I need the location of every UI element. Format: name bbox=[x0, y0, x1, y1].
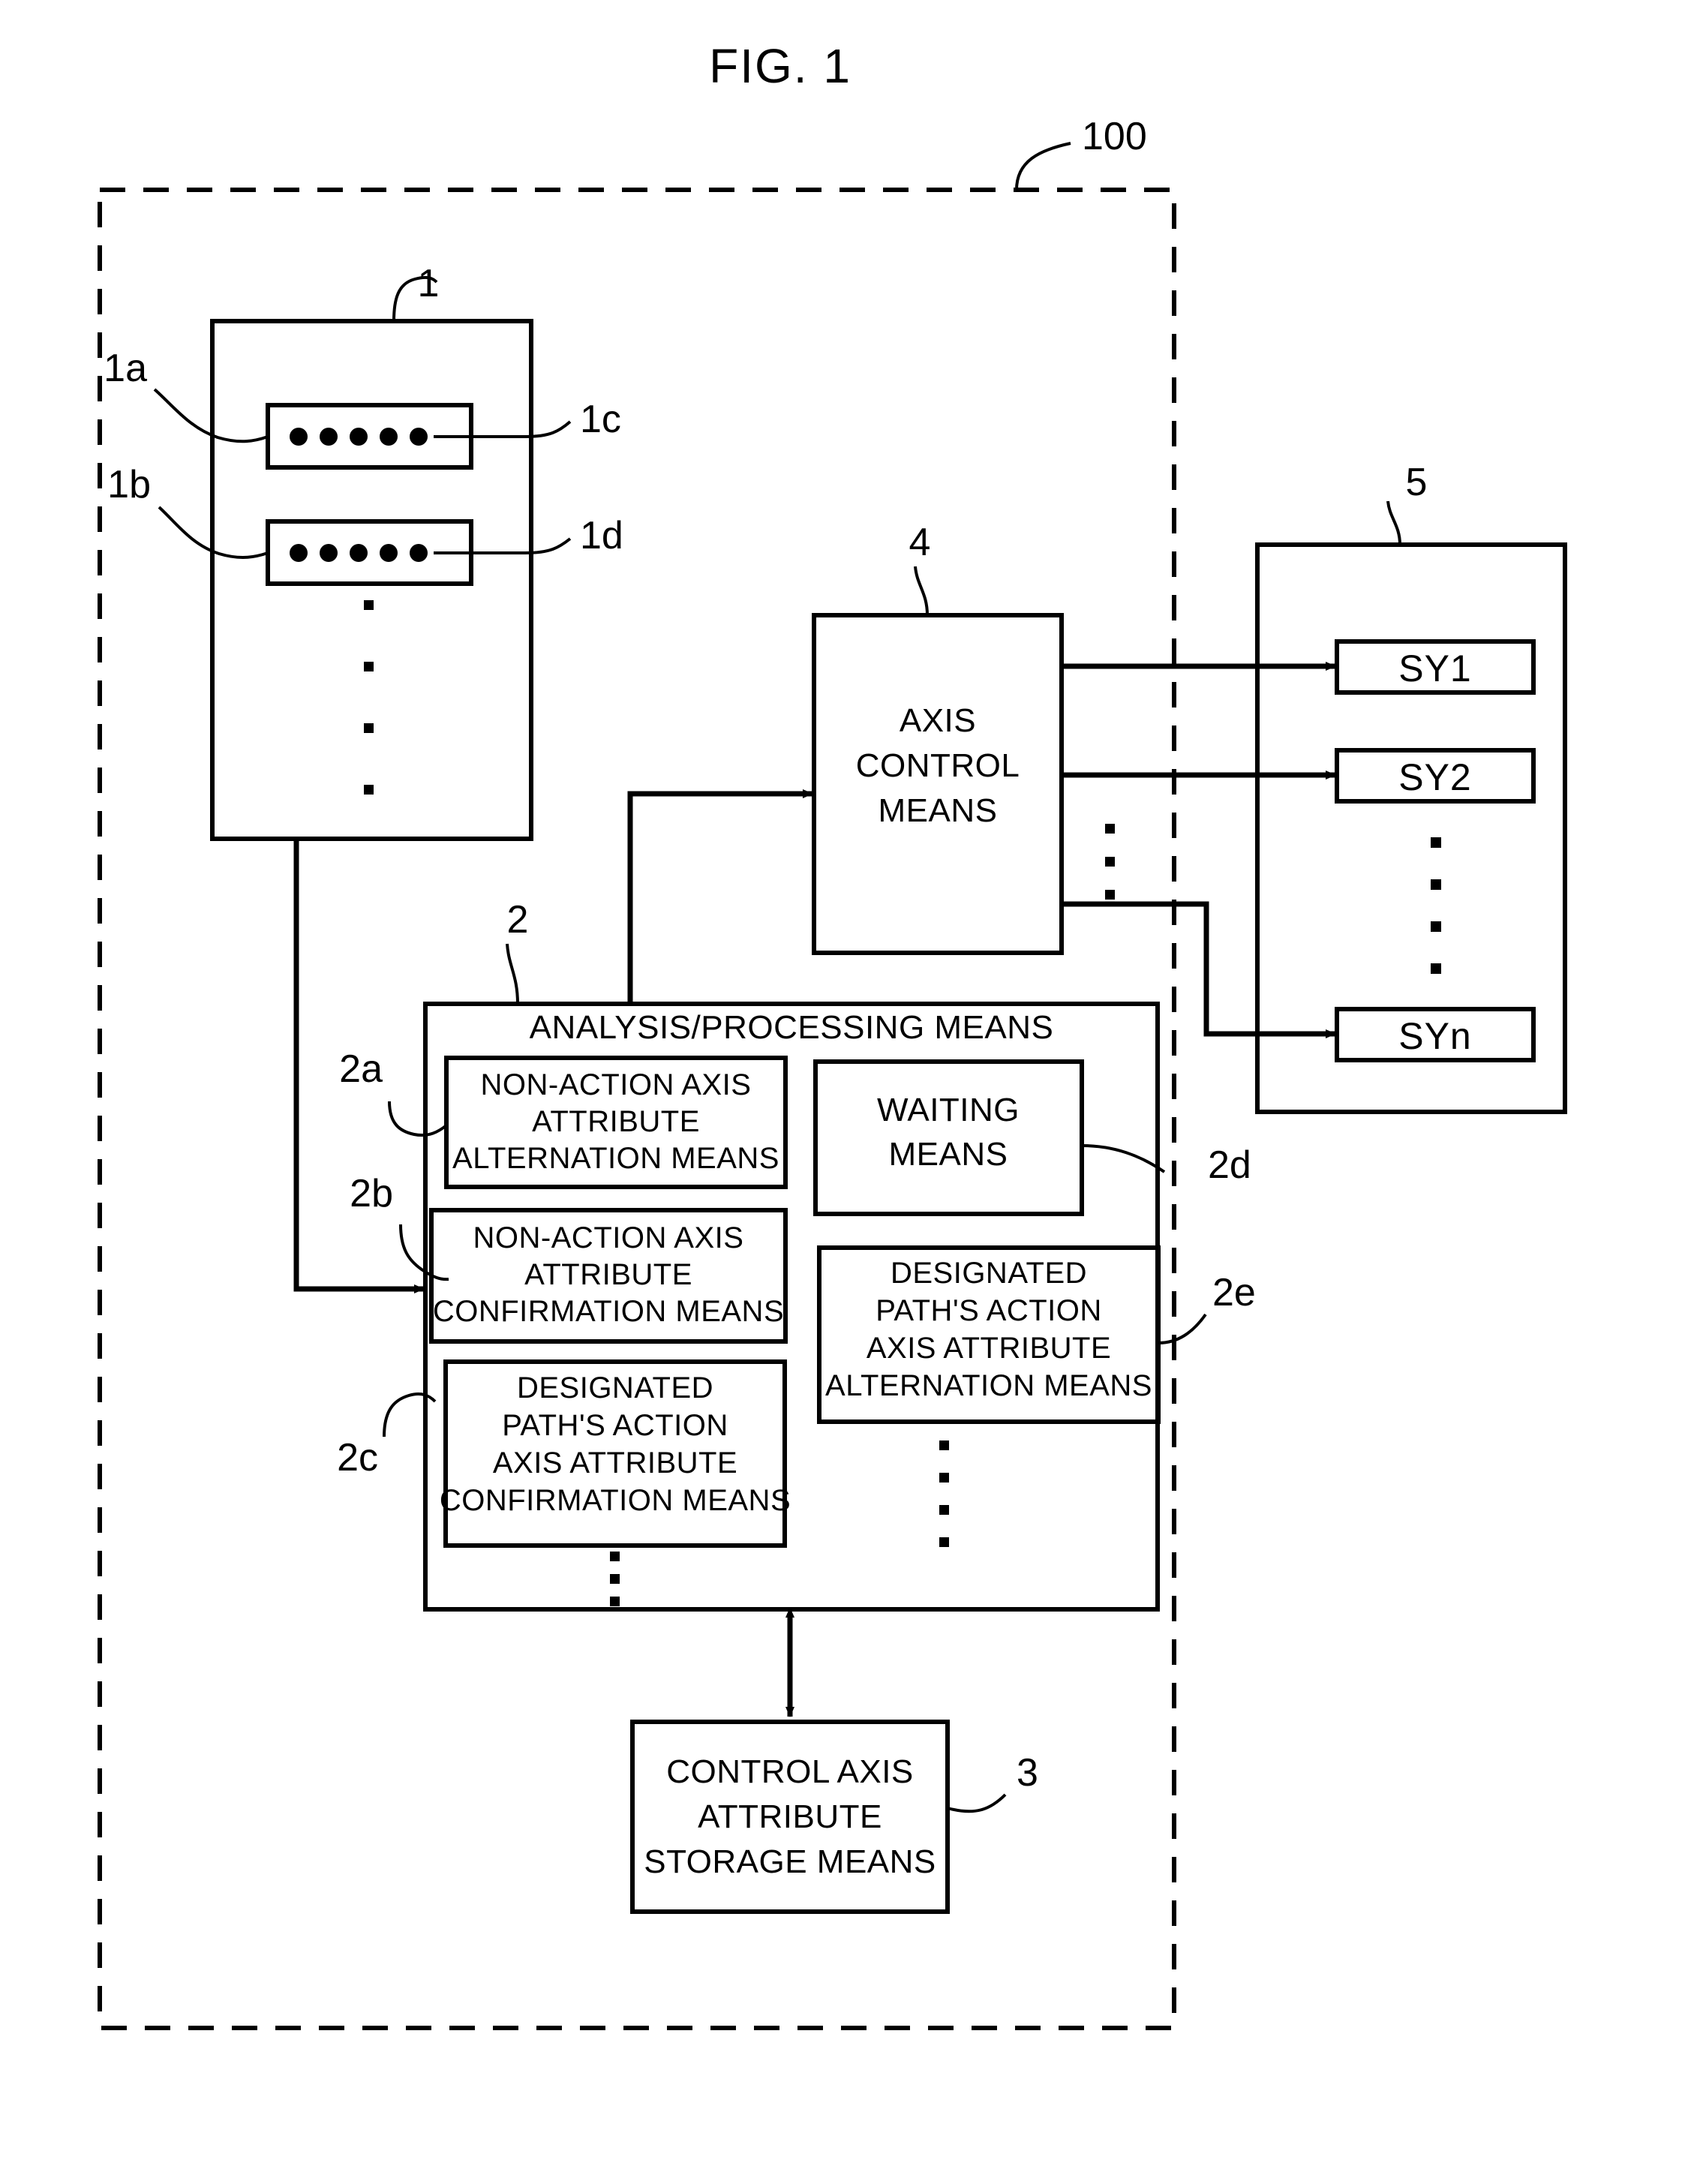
ref-number-2b: 2b bbox=[350, 1172, 393, 1215]
row-dot bbox=[350, 428, 368, 446]
vertical-ellipsis-dot bbox=[1431, 879, 1441, 890]
patent-figure-svg: FIG. 1 100 1 1a 1c 1b 1d 4 AXIS CONTROL … bbox=[98, 39, 1567, 2030]
storage-means-line-3: STORAGE MEANS bbox=[644, 1843, 936, 1880]
sub-block-2c-line-1: DESIGNATED bbox=[517, 1371, 713, 1404]
ref-number-1d: 1d bbox=[580, 514, 623, 557]
vertical-ellipsis-dot bbox=[939, 1505, 949, 1515]
ref-number-2a: 2a bbox=[339, 1047, 383, 1091]
leader-2e bbox=[1158, 1313, 1207, 1344]
row-dot bbox=[290, 428, 308, 446]
vertical-ellipsis-dot bbox=[1105, 857, 1115, 867]
leader-5 bbox=[1386, 500, 1401, 545]
ref-number-1b: 1b bbox=[107, 463, 151, 506]
row-dot bbox=[410, 544, 428, 562]
vertical-ellipsis-dot bbox=[610, 1574, 620, 1584]
vertical-ellipsis-dot bbox=[1431, 837, 1441, 848]
ref-number-100: 100 bbox=[1082, 115, 1147, 158]
ref-number-2e: 2e bbox=[1212, 1271, 1256, 1314]
leader-2a bbox=[388, 1101, 448, 1137]
sub-block-2d-line-1: WAITING bbox=[877, 1092, 1020, 1128]
ref-number-1a: 1a bbox=[104, 347, 147, 390]
sub-block-2d-line-2: MEANS bbox=[889, 1136, 1008, 1173]
ref-number-4: 4 bbox=[909, 521, 931, 564]
vertical-ellipsis-dot bbox=[364, 600, 374, 610]
ref-number-2c: 2c bbox=[337, 1436, 378, 1480]
sub-block-2e-line-3: AXIS ATTRIBUTE bbox=[867, 1332, 1111, 1365]
servo-label-sy2: SY2 bbox=[1398, 756, 1472, 798]
sub-block-2b-line-1: NON-ACTION AXIS bbox=[473, 1221, 744, 1254]
vertical-ellipsis-dot bbox=[939, 1537, 949, 1547]
sub-block-2c-line-2: PATH'S ACTION bbox=[502, 1409, 728, 1442]
leader-2d bbox=[1081, 1144, 1166, 1173]
row-dot bbox=[290, 544, 308, 562]
row-dot bbox=[320, 428, 338, 446]
vertical-ellipsis-dot bbox=[364, 662, 374, 671]
axis-control-means-block-4 bbox=[812, 613, 1064, 955]
vertical-ellipsis-dot bbox=[364, 723, 374, 733]
leader-1d bbox=[434, 537, 572, 554]
row-dot bbox=[380, 428, 398, 446]
sub-block-2e-line-2: PATH'S ACTION bbox=[876, 1294, 1102, 1327]
row-dot bbox=[350, 544, 368, 562]
servo-label-syn: SYn bbox=[1398, 1015, 1472, 1057]
sub-block-2a-line-1: NON-ACTION AXIS bbox=[481, 1068, 752, 1101]
sub-block-2c-line-4: CONFIRMATION MEANS bbox=[440, 1484, 791, 1517]
vertical-ellipsis-dot bbox=[1431, 921, 1441, 932]
sub-block-2c-line-3: AXIS ATTRIBUTE bbox=[493, 1446, 737, 1480]
figure-title: FIG. 1 bbox=[709, 39, 852, 93]
storage-means-line-2: ATTRIBUTE bbox=[698, 1798, 882, 1835]
sub-block-2e-line-4: ALTERNATION MEANS bbox=[825, 1369, 1152, 1402]
ref-number-1c: 1c bbox=[580, 398, 621, 441]
vertical-ellipsis-dot bbox=[610, 1597, 620, 1606]
ref-number-2: 2 bbox=[507, 898, 529, 942]
connection-analysis-to-axis-control bbox=[627, 789, 813, 1004]
vertical-ellipsis-dot bbox=[1105, 890, 1115, 900]
ref-number-1: 1 bbox=[418, 262, 440, 305]
sub-block-2b-line-2: ATTRIBUTE bbox=[524, 1258, 692, 1291]
row-dot bbox=[380, 544, 398, 562]
row-dot bbox=[320, 544, 338, 562]
servo-label-sy1: SY1 bbox=[1398, 647, 1472, 689]
sub-block-2b-line-3: CONFIRMATION MEANS bbox=[433, 1295, 784, 1328]
row-dot bbox=[410, 428, 428, 446]
leader-4 bbox=[914, 566, 929, 616]
leader-100 bbox=[1015, 142, 1071, 191]
sub-block-2a-line-3: ALTERNATION MEANS bbox=[452, 1142, 779, 1175]
vertical-ellipsis-dot bbox=[939, 1440, 949, 1450]
ref-number-3: 3 bbox=[1017, 1751, 1038, 1795]
axis-control-means-line-3: MEANS bbox=[879, 792, 998, 829]
vertical-ellipsis-dot bbox=[1105, 824, 1115, 834]
axis-control-means-line-1: AXIS bbox=[900, 702, 976, 739]
sub-block-2e-line-1: DESIGNATED bbox=[891, 1257, 1087, 1290]
ref-number-2d: 2d bbox=[1208, 1143, 1251, 1187]
program-block-1 bbox=[210, 319, 533, 841]
leader-1c bbox=[434, 420, 572, 438]
analysis-processing-means-title: ANALYSIS/PROCESSING MEANS bbox=[530, 1009, 1054, 1046]
figure-1-diagram: FIG. 1 100 1 1a 1c 1b 1d 4 AXIS CONTROL … bbox=[0, 0, 1691, 2184]
leader-2 bbox=[506, 943, 519, 1005]
connection-axis-control-to-syn bbox=[1062, 901, 1336, 1038]
sub-block-2a-line-2: ATTRIBUTE bbox=[532, 1105, 700, 1138]
leader-3 bbox=[947, 1793, 1007, 1813]
vertical-ellipsis-dot bbox=[939, 1473, 949, 1483]
vertical-ellipsis-dot bbox=[1431, 963, 1441, 974]
axis-control-means-line-2: CONTROL bbox=[856, 747, 1020, 784]
vertical-ellipsis-dot bbox=[364, 785, 374, 795]
vertical-ellipsis-dot bbox=[610, 1552, 620, 1561]
ref-number-5: 5 bbox=[1406, 461, 1428, 504]
storage-means-line-1: CONTROL AXIS bbox=[666, 1753, 914, 1790]
